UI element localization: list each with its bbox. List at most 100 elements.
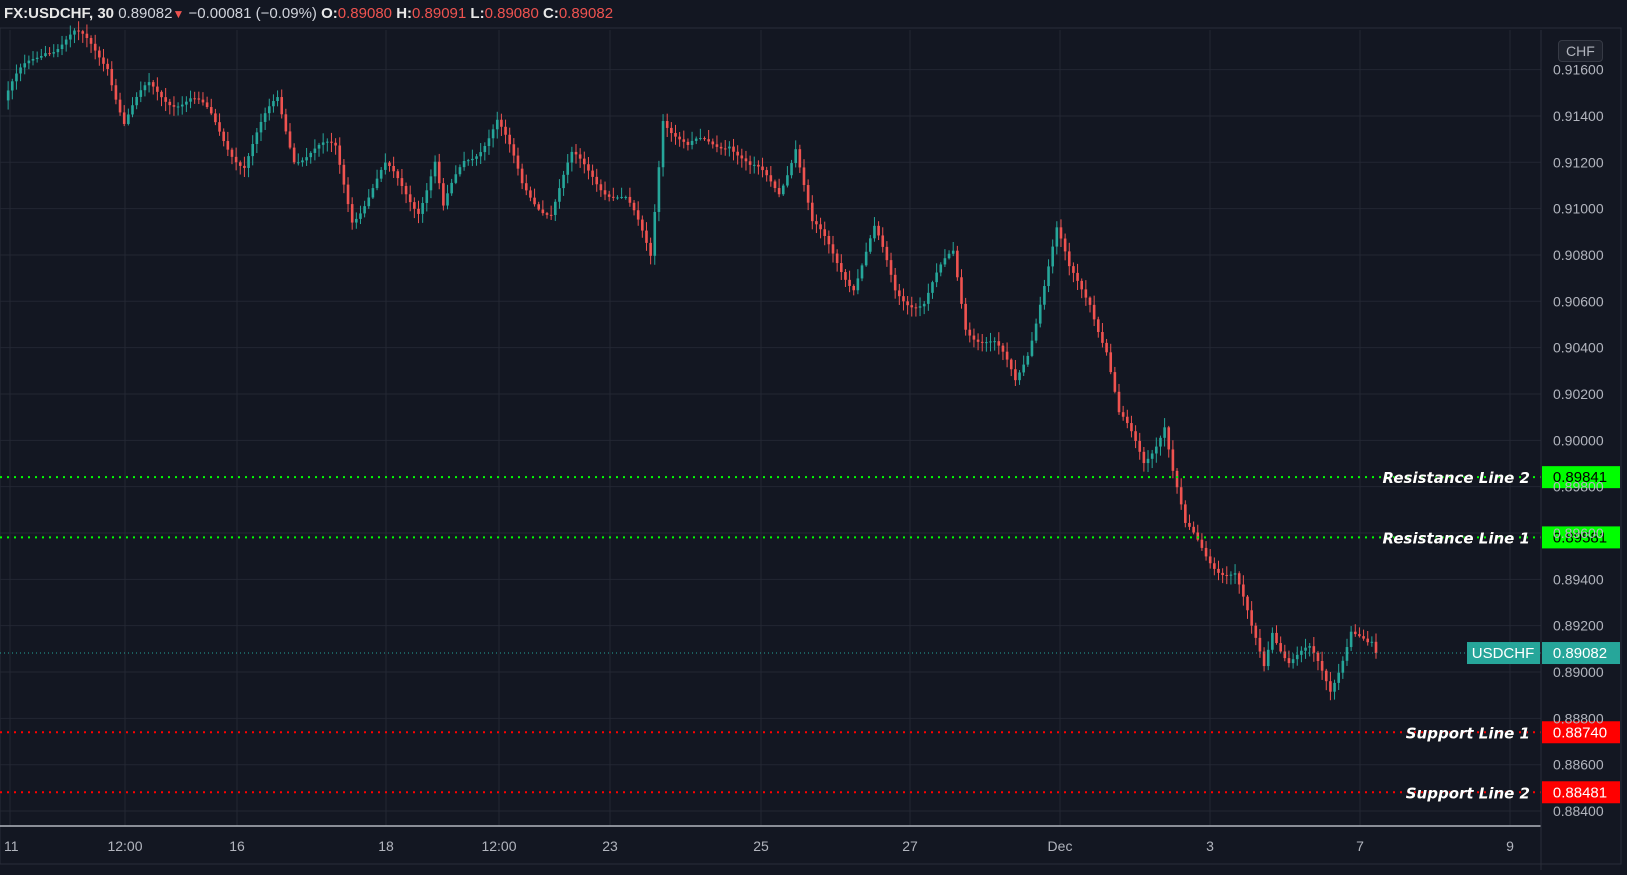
candle-body	[1271, 632, 1274, 650]
candle-body	[1254, 625, 1258, 638]
candle-body	[292, 147, 296, 163]
candle-body	[326, 141, 329, 143]
candle-body	[1096, 319, 1100, 333]
candle-body	[732, 146, 735, 152]
candle-body	[139, 90, 143, 97]
candle-body	[114, 85, 118, 100]
candle-body	[1175, 470, 1179, 488]
candle-body	[1055, 227, 1059, 247]
candle-body	[334, 142, 337, 146]
candle-body	[1221, 572, 1224, 576]
candle-body	[1125, 416, 1129, 424]
candle-body	[1374, 641, 1378, 654]
candle-body	[653, 211, 657, 256]
last-price-tag-value: 0.89082	[1553, 645, 1607, 662]
candle-body	[437, 161, 441, 184]
y-tick-label: 0.89000	[1553, 664, 1604, 680]
candle-body	[864, 251, 868, 266]
candle-body	[64, 39, 68, 45]
candle-body	[520, 168, 524, 184]
candle-body	[495, 119, 499, 130]
candle-body	[645, 230, 648, 243]
candle-body	[363, 206, 366, 214]
candle-body	[665, 121, 669, 128]
candle-body	[893, 274, 897, 291]
candle-body	[462, 160, 466, 168]
candle-body	[400, 178, 404, 187]
candle-body	[852, 285, 856, 291]
candle-body	[699, 138, 702, 140]
price-chart[interactable]: USDCHF 0.89082Resistance Line 2 0.89841Res…	[0, 0, 1627, 875]
candle-body	[947, 253, 951, 259]
candle-body	[147, 82, 151, 86]
candle-body	[338, 145, 342, 165]
candle-body	[1134, 431, 1137, 441]
candle-body	[624, 196, 628, 198]
candle-body	[396, 171, 400, 179]
candle-body	[404, 186, 408, 195]
candle-body	[541, 209, 545, 214]
candle-body	[1088, 297, 1092, 305]
candle-body	[483, 146, 487, 153]
candle-body	[98, 50, 101, 58]
candle-body	[48, 53, 51, 55]
candle-body	[670, 127, 673, 134]
candle-body	[549, 214, 553, 216]
candle-body	[1275, 632, 1278, 644]
candle-body	[823, 229, 827, 236]
candle-body	[1171, 449, 1175, 471]
candle-body	[1043, 286, 1046, 305]
candle-body	[827, 235, 831, 245]
candle-body	[52, 52, 56, 54]
candle-body	[127, 114, 130, 124]
chart-frame	[0, 27, 1622, 865]
y-tick-label: 0.91000	[1553, 201, 1604, 217]
candle-body	[433, 161, 437, 177]
currency-unit-button[interactable]: CHF	[1558, 40, 1603, 62]
candle-body	[384, 162, 387, 170]
candle-body	[918, 306, 922, 308]
candle-body	[839, 263, 843, 273]
candle-body	[524, 183, 528, 191]
candle-body	[1266, 649, 1270, 667]
candle-body	[927, 292, 930, 304]
candle-body	[446, 193, 449, 206]
candle-body	[603, 190, 607, 195]
candle-body	[914, 307, 918, 309]
candle-body	[810, 202, 814, 222]
candle-body	[860, 265, 864, 279]
candle-body	[466, 160, 470, 162]
candle-body	[238, 162, 242, 166]
candle-body	[73, 30, 76, 35]
candle-body	[504, 126, 507, 135]
candle-body	[674, 133, 677, 137]
candle-body	[1358, 634, 1361, 637]
x-tick-label: 25	[753, 838, 769, 854]
candle-body	[255, 132, 259, 145]
candle-body	[60, 44, 64, 50]
candle-body	[649, 242, 652, 256]
horizontal-line-label: Resistance Line 1	[1383, 529, 1530, 547]
candle-body	[765, 170, 768, 176]
candle-body	[752, 164, 756, 166]
candle-body	[819, 224, 822, 230]
candle-body	[1337, 672, 1340, 683]
candle-body	[1349, 631, 1353, 648]
candle-body	[1163, 427, 1166, 438]
candle-body	[44, 53, 47, 57]
candle-body	[151, 82, 155, 87]
candle-body	[214, 113, 217, 123]
candle-body	[529, 190, 532, 198]
candle-body	[641, 219, 644, 231]
candle-body	[454, 174, 458, 183]
candle-body	[267, 106, 271, 114]
candle-body	[1014, 369, 1017, 381]
candle-body	[873, 225, 876, 239]
candle-body	[1316, 652, 1320, 662]
candle-body	[769, 175, 773, 182]
candle-body	[1092, 304, 1096, 320]
candle-body	[1130, 423, 1133, 432]
candle-body	[317, 144, 321, 149]
candle-body	[931, 282, 934, 293]
candle-body	[143, 85, 147, 91]
